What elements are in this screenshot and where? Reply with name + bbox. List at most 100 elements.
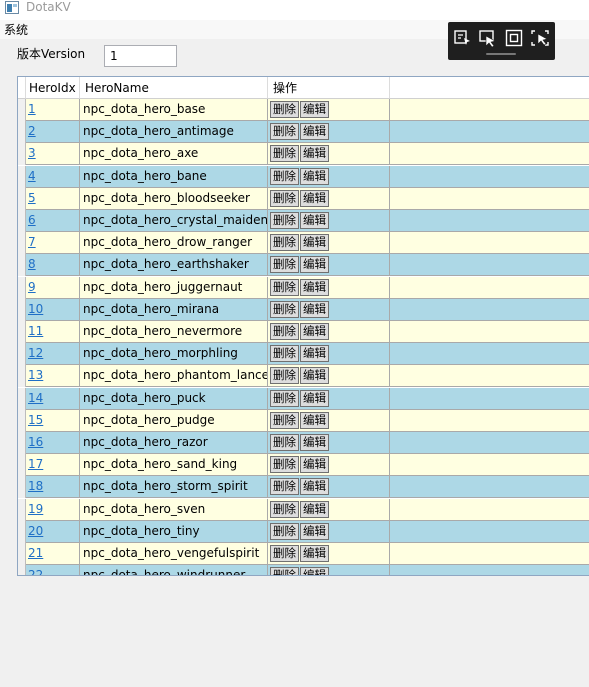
edit-button[interactable]: 编辑 <box>300 389 329 407</box>
row-select-cell[interactable] <box>18 543 26 565</box>
delete-button[interactable]: 删除 <box>270 567 299 575</box>
edit-button[interactable]: 编辑 <box>300 167 329 185</box>
header-heroidx[interactable]: HeroIdx <box>26 77 80 99</box>
heroidx-link[interactable]: 12 <box>28 346 43 360</box>
row-select-cell[interactable] <box>18 321 26 343</box>
table-row[interactable]: 16 npc_dota_hero_razor 删除 编辑 <box>18 432 589 454</box>
delete-button[interactable]: 删除 <box>270 389 299 407</box>
delete-button[interactable]: 删除 <box>270 522 299 540</box>
row-select-cell[interactable] <box>18 409 26 432</box>
heroname-cell[interactable]: npc_dota_hero_morphling <box>80 343 268 366</box>
edit-button[interactable]: 编辑 <box>300 434 329 451</box>
row-select-cell[interactable] <box>18 187 26 210</box>
heroidx-link[interactable]: 11 <box>28 324 43 338</box>
edit-button[interactable]: 编辑 <box>300 123 329 141</box>
select-element-icon[interactable] <box>453 28 473 48</box>
header-heroname[interactable]: HeroName <box>80 77 268 99</box>
edit-button[interactable]: 编辑 <box>300 234 329 252</box>
heroidx-link[interactable]: 8 <box>28 257 36 271</box>
delete-button[interactable]: 删除 <box>270 212 299 229</box>
heroidx-link[interactable]: 14 <box>28 391 43 405</box>
edit-button[interactable]: 编辑 <box>300 145 329 163</box>
edit-button[interactable]: 编辑 <box>300 500 329 518</box>
table-row[interactable]: 9 npc_dota_hero_juggernaut 删除 编辑 <box>18 276 589 299</box>
heroname-cell[interactable]: npc_dota_hero_storm_spirit <box>80 476 268 499</box>
table-row[interactable]: 5 npc_dota_hero_bloodseeker 删除 编辑 <box>18 187 589 210</box>
heroidx-link[interactable]: 2 <box>28 124 36 138</box>
row-select-cell[interactable] <box>18 365 26 388</box>
heroidx-link[interactable]: 21 <box>28 546 43 560</box>
heroidx-link[interactable]: 18 <box>28 479 43 493</box>
delete-button[interactable]: 删除 <box>270 256 299 274</box>
edit-button[interactable]: 编辑 <box>300 256 329 274</box>
table-row[interactable]: 14 npc_dota_hero_puck 删除 编辑 <box>18 387 589 410</box>
heroname-cell[interactable]: npc_dota_hero_vengefulspirit <box>80 543 268 565</box>
delete-button[interactable]: 删除 <box>270 478 299 496</box>
heroname-cell[interactable]: npc_dota_hero_nevermore <box>80 321 268 343</box>
delete-button[interactable]: 删除 <box>270 278 299 296</box>
heroidx-link[interactable]: 4 <box>28 169 36 183</box>
heroname-cell[interactable]: npc_dota_hero_phantom_lancer <box>80 365 268 388</box>
heroidx-link[interactable]: 6 <box>28 213 36 227</box>
delete-button[interactable]: 删除 <box>270 234 299 252</box>
table-row[interactable]: 21 npc_dota_hero_vengefulspirit 删除 编辑 <box>18 543 589 565</box>
delete-button[interactable]: 删除 <box>270 123 299 141</box>
table-row[interactable]: 12 npc_dota_hero_morphling 删除 编辑 <box>18 343 589 366</box>
heroidx-link[interactable]: 10 <box>28 302 43 316</box>
table-row[interactable]: 1 npc_dota_hero_base 删除 编辑 <box>18 99 589 121</box>
heroidx-link[interactable]: 16 <box>28 435 43 449</box>
heroname-cell[interactable]: npc_dota_hero_antimage <box>80 121 268 144</box>
heroname-cell[interactable]: npc_dota_hero_pudge <box>80 409 268 432</box>
row-select-cell[interactable] <box>18 387 26 410</box>
menu-item-system[interactable]: 系统 <box>4 22 28 38</box>
edit-button[interactable]: 编辑 <box>300 567 329 575</box>
heroname-cell[interactable]: npc_dota_hero_sand_king <box>80 454 268 477</box>
heroname-cell[interactable]: npc_dota_hero_earthshaker <box>80 254 268 277</box>
row-select-cell[interactable] <box>18 276 26 299</box>
delete-button[interactable]: 删除 <box>270 367 299 385</box>
row-select-cell[interactable] <box>18 454 26 477</box>
heroname-cell[interactable]: npc_dota_hero_sven <box>80 498 268 521</box>
heroidx-link[interactable]: 9 <box>28 280 36 294</box>
delete-button[interactable]: 删除 <box>270 434 299 451</box>
row-select-cell[interactable] <box>18 210 26 232</box>
heroidx-link[interactable]: 13 <box>28 368 43 382</box>
heroname-cell[interactable]: npc_dota_hero_axe <box>80 143 268 166</box>
delete-button[interactable]: 删除 <box>270 545 299 562</box>
row-select-cell[interactable] <box>18 343 26 366</box>
delete-button[interactable]: 删除 <box>270 456 299 474</box>
table-row[interactable]: 4 npc_dota_hero_bane 删除 编辑 <box>18 165 589 188</box>
delete-button[interactable]: 删除 <box>270 101 299 118</box>
row-select-cell[interactable] <box>18 143 26 166</box>
heroname-cell[interactable]: npc_dota_hero_crystal_maiden <box>80 210 268 232</box>
header-operations[interactable]: 操作 <box>268 77 390 99</box>
heroidx-link[interactable]: 22 <box>28 568 43 575</box>
row-select-cell[interactable] <box>18 432 26 454</box>
row-select-cell[interactable] <box>18 498 26 521</box>
heroidx-link[interactable]: 3 <box>28 146 36 160</box>
heroidx-link[interactable]: 1 <box>28 102 36 116</box>
table-row[interactable]: 13 npc_dota_hero_phantom_lancer 删除 编辑 <box>18 365 589 388</box>
row-select-cell[interactable] <box>18 254 26 277</box>
edit-button[interactable]: 编辑 <box>300 345 329 363</box>
row-select-cell[interactable] <box>18 520 26 543</box>
heroidx-link[interactable]: 20 <box>28 524 43 538</box>
table-row[interactable]: 2 npc_dota_hero_antimage 删除 编辑 <box>18 121 589 144</box>
edit-button[interactable]: 编辑 <box>300 278 329 296</box>
heroname-cell[interactable]: npc_dota_hero_juggernaut <box>80 276 268 299</box>
delete-button[interactable]: 删除 <box>270 411 299 429</box>
row-select-cell[interactable] <box>18 476 26 499</box>
table-row[interactable]: 17 npc_dota_hero_sand_king 删除 编辑 <box>18 454 589 477</box>
table-row[interactable]: 7 npc_dota_hero_drow_ranger 删除 编辑 <box>18 232 589 255</box>
heroname-cell[interactable]: npc_dota_hero_windrunner <box>80 565 268 575</box>
heroname-cell[interactable]: npc_dota_hero_bloodseeker <box>80 187 268 210</box>
edit-button[interactable]: 编辑 <box>300 189 329 207</box>
heroname-cell[interactable]: npc_dota_hero_base <box>80 99 268 121</box>
row-select-cell[interactable] <box>18 232 26 255</box>
version-input[interactable]: 1 <box>104 45 177 67</box>
edit-button[interactable]: 编辑 <box>300 300 329 318</box>
heroname-cell[interactable]: npc_dota_hero_drow_ranger <box>80 232 268 255</box>
heroname-cell[interactable]: npc_dota_hero_mirana <box>80 298 268 321</box>
heroidx-link[interactable]: 7 <box>28 235 36 249</box>
delete-button[interactable]: 删除 <box>270 189 299 207</box>
